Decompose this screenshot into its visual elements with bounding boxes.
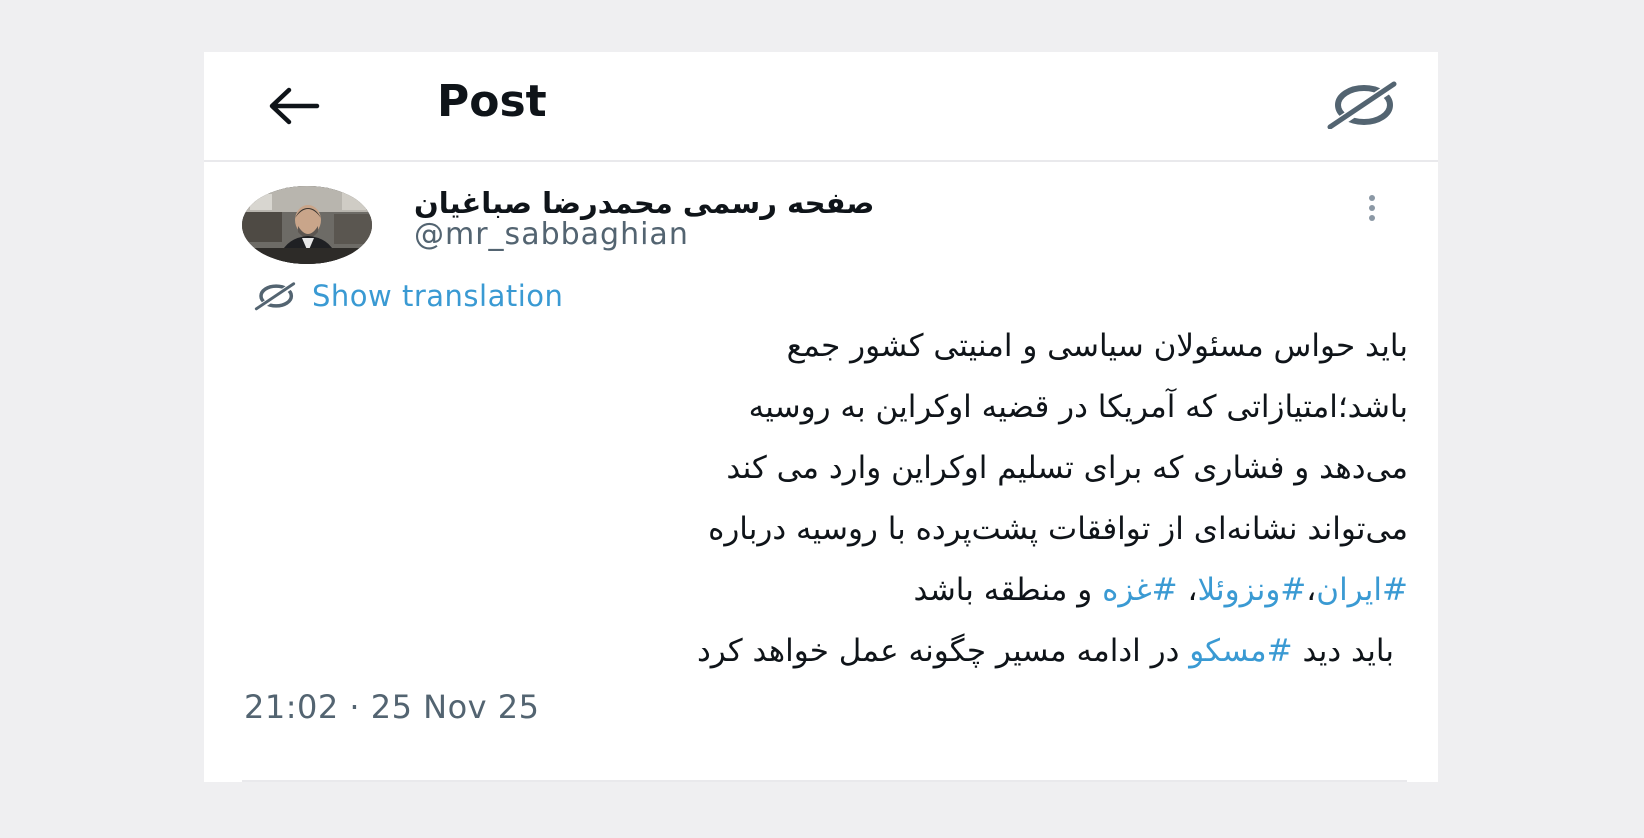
grok-button[interactable]	[1324, 76, 1400, 134]
back-button[interactable]	[262, 78, 324, 134]
page-title: Post	[437, 76, 547, 127]
show-translation-label: Show translation	[312, 279, 564, 313]
top-bar: Post	[204, 52, 1438, 162]
separator-text: ،	[1177, 572, 1198, 608]
hashtag-link[interactable]: #ونزوئلا	[1198, 572, 1307, 608]
grok-icon	[1327, 81, 1398, 129]
post-card: Post صفحه رسمی محمدرضا صباغیان @mr_sabba	[204, 52, 1438, 782]
post-text-line: می‌تواند نشانه‌ای از توافقات پشت‌پرده با…	[708, 511, 1408, 547]
grok-icon	[254, 281, 296, 311]
author-handle[interactable]: @mr_sabbaghian	[414, 217, 689, 252]
post-text-line: باید دید #مسکو در ادامه مسیر چگونه عمل خ…	[250, 621, 1408, 682]
post-text-line: باشد؛امتیازاتی که آمریکا در قضیه اوکراین…	[748, 389, 1408, 425]
more-vertical-icon-dot	[1369, 205, 1375, 211]
post-text-fragment: باید دید	[1292, 633, 1394, 669]
separator-text: ،	[1306, 572, 1317, 608]
post-text-line: باید حواس مسئولان سیاسی و امنیتی کشور جم…	[786, 328, 1408, 364]
post-text-line: #ایران،#ونزوئلا، #غزه و منطقه باشد	[250, 560, 1408, 621]
post-text-fragment: در ادامه مسیر چگونه عمل خواهد کرد	[696, 633, 1190, 669]
more-options-button[interactable]	[1358, 190, 1386, 226]
more-vertical-icon	[1369, 195, 1375, 201]
hashtag-link[interactable]: #غزه	[1102, 572, 1178, 608]
hashtag-link[interactable]: #مسکو	[1189, 633, 1292, 669]
show-translation-link[interactable]: Show translation	[254, 276, 563, 316]
divider	[242, 780, 1407, 782]
post-text-line: می‌دهد و فشاری که برای تسلیم اوکراین وار…	[726, 450, 1408, 486]
avatar-photo	[242, 186, 372, 264]
post-timestamp[interactable]: 21:02 · 25 Nov 25	[244, 688, 539, 726]
arrow-left-icon	[269, 87, 320, 125]
hashtag-link[interactable]: #ایران	[1316, 572, 1408, 608]
more-vertical-icon-dot	[1369, 215, 1375, 221]
post-text-fragment: و منطقه باشد	[913, 572, 1103, 608]
post-body: باید حواس مسئولان سیاسی و امنیتی کشور جم…	[250, 316, 1408, 682]
avatar[interactable]	[242, 186, 372, 264]
